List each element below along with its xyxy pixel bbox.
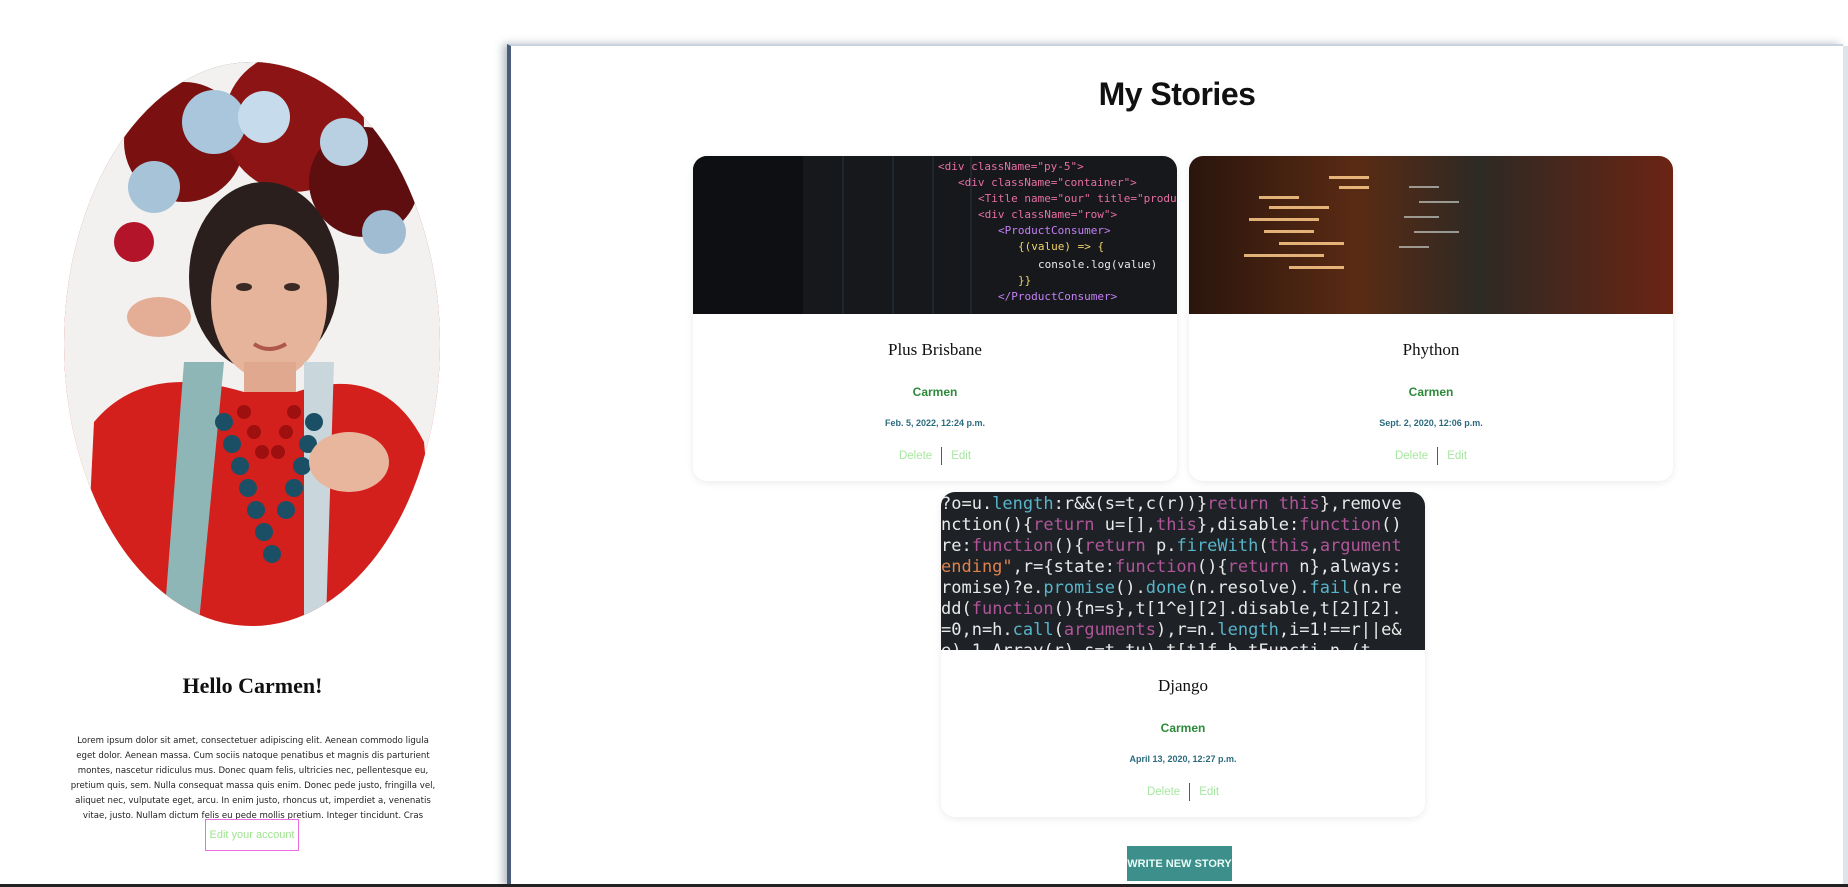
story-title[interactable]: Plus Brisbane xyxy=(693,340,1177,360)
edit-account-button[interactable]: Edit your account xyxy=(205,819,299,851)
edit-story-link[interactable]: Edit xyxy=(1190,786,1228,798)
svg-text:<div className="row">: <div className="row"> xyxy=(978,208,1117,221)
svg-text:ending",r={state:function(){re: ending",r={state:function(){return n},al… xyxy=(941,557,1402,577)
story-author: Carmen xyxy=(1408,385,1454,399)
edit-story-link[interactable]: Edit xyxy=(1438,450,1476,462)
svg-text:re:function(){return p.fireWit: re:function(){return p.fireWith(this,arg… xyxy=(941,536,1402,556)
story-date: April 13, 2020, 12:27 p.m. xyxy=(1129,754,1237,764)
story-card: Phython Carmen Sept. 2, 2020, 12:06 p.m.… xyxy=(1189,156,1673,481)
svg-text:<Title name="our" title="produ: <Title name="our" title="product xyxy=(978,192,1177,205)
svg-text:e).1.Array(r).s=t.tu).t[t]f.b.: e).1.Array(r).s=t.tu).t[t]f.b.tFuncti.n.… xyxy=(941,641,1381,650)
story-thumbnail-code-react[interactable]: <div className="py-5"> <div className="c… xyxy=(693,156,1177,314)
story-title[interactable]: Phython xyxy=(1189,340,1673,360)
svg-text:romise)?e.promise().done(n.res: romise)?e.promise().done(n.resolve).fail… xyxy=(941,578,1402,598)
stories-panel: My Stories <div className="py-5"> <div c… xyxy=(507,44,1848,887)
story-card: <div className="py-5"> <div className="c… xyxy=(693,156,1177,481)
svg-text:<div className="container">: <div className="container"> xyxy=(958,176,1137,189)
svg-text:=0,n=h.call(arguments),r=n.len: =0,n=h.call(arguments),r=n.length,i=1!==… xyxy=(941,620,1402,640)
story-actions: Delete Edit xyxy=(693,447,1177,465)
svg-text:?o=u.length:r&&(s=t,c(r))}retu: ?o=u.length:r&&(s=t,c(r))}return this},r… xyxy=(941,494,1402,514)
delete-story-link[interactable]: Delete xyxy=(890,450,941,462)
story-actions: Delete Edit xyxy=(1189,447,1673,465)
panel-edge xyxy=(1843,46,1848,887)
svg-text:console.log(value): console.log(value) xyxy=(1038,258,1157,271)
story-card: ?o=u.length:r&&(s=t,c(r))}return this},r… xyxy=(941,492,1425,817)
story-thumbnail-projected-code[interactable] xyxy=(1189,156,1673,314)
svg-text:<div className="py-5">: <div className="py-5"> xyxy=(938,160,1084,173)
svg-text:}}: }} xyxy=(1018,274,1031,287)
story-author: Carmen xyxy=(1160,721,1206,735)
story-date: Sept. 2, 2020, 12:06 p.m. xyxy=(1379,418,1483,428)
greeting-heading: Hello Carmen! xyxy=(182,673,323,698)
story-thumbnail-code-js[interactable]: ?o=u.length:r&&(s=t,c(r))}return this},r… xyxy=(941,492,1425,650)
delete-story-link[interactable]: Delete xyxy=(1138,786,1189,798)
page: Hello Carmen! Lorem ipsum dolor sit amet… xyxy=(0,0,1848,887)
svg-text:dd(function(){n=s},t[1^e][2].d: dd(function(){n=s},t[1^e][2].disable,t[2… xyxy=(941,599,1402,619)
profile-sidebar: Hello Carmen! Lorem ipsum dolor sit amet… xyxy=(0,0,505,887)
story-author: Carmen xyxy=(912,385,958,399)
edit-story-link[interactable]: Edit xyxy=(942,450,980,462)
write-new-story-button[interactable]: WRITE NEW STORY xyxy=(1127,846,1232,881)
page-title: My Stories xyxy=(1098,76,1256,112)
svg-text:nction(){return u=[],this},dis: nction(){return u=[],this},disable:funct… xyxy=(941,515,1402,535)
svg-text:</ProductConsumer>: </ProductConsumer> xyxy=(998,290,1118,303)
story-date: Feb. 5, 2022, 12:24 p.m. xyxy=(884,418,986,428)
story-title[interactable]: Django xyxy=(941,676,1425,696)
profile-photo xyxy=(64,62,440,626)
delete-story-link[interactable]: Delete xyxy=(1386,450,1437,462)
svg-text:<ProductConsumer>: <ProductConsumer> xyxy=(998,224,1111,237)
svg-text:{(value) => {: {(value) => { xyxy=(1018,240,1104,253)
story-actions: Delete Edit xyxy=(941,783,1425,801)
